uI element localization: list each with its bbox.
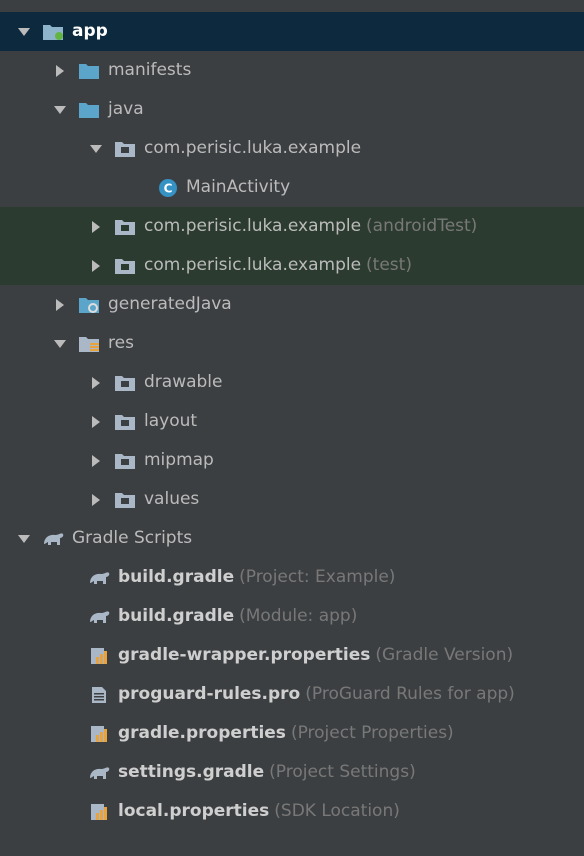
expanded-arrow-icon[interactable]	[90, 143, 102, 155]
gradle-elephant-icon	[88, 764, 110, 782]
tree-label-layout: layout	[144, 411, 198, 431]
folder-icon	[114, 374, 136, 392]
gradle-elephant-icon	[88, 608, 110, 626]
tree-label-gradle-properties: gradle.properties	[118, 723, 286, 743]
tree-node-gradle-wrapper-properties[interactable]: gradle-wrapper.properties (Gradle Versio…	[0, 636, 584, 675]
tree-label-drawable: drawable	[144, 372, 223, 392]
properties-file-icon	[88, 803, 110, 821]
package-icon	[114, 140, 136, 158]
tree-node-layout[interactable]: layout	[0, 402, 584, 441]
resource-folder-icon	[78, 335, 100, 353]
tree-hint-gradle-wrapper-properties: (Gradle Version)	[375, 645, 514, 665]
tree-hint-proguard-rules: (ProGuard Rules for app)	[305, 684, 515, 704]
collapsed-arrow-icon[interactable]	[54, 298, 66, 311]
tree-node-res[interactable]: res	[0, 324, 584, 363]
tree-node-values[interactable]: values	[0, 480, 584, 519]
gradle-elephant-icon	[42, 530, 64, 548]
tree-node-proguard-rules[interactable]: proguard-rules.pro (ProGuard Rules for a…	[0, 675, 584, 714]
collapsed-arrow-icon[interactable]	[90, 220, 102, 233]
tree-hint-local-properties: (SDK Location)	[274, 801, 400, 821]
text-file-icon	[88, 686, 110, 704]
project-tree: app manifests java com.perisic.luka.exam…	[0, 0, 584, 856]
class-icon: C	[158, 178, 178, 198]
properties-file-icon	[88, 647, 110, 665]
tree-hint-build-gradle-module: (Module: app)	[239, 606, 358, 626]
tree-node-package-main[interactable]: com.perisic.luka.example	[0, 129, 584, 168]
tree-node-package-android-test[interactable]: com.perisic.luka.example (androidTest)	[0, 207, 584, 246]
tree-node-package-test[interactable]: com.perisic.luka.example (test)	[0, 246, 584, 285]
tree-label-app: app	[72, 21, 108, 41]
collapsed-arrow-icon[interactable]	[90, 376, 102, 389]
tree-node-gradle-properties[interactable]: gradle.properties (Project Properties)	[0, 714, 584, 753]
package-icon	[114, 218, 136, 236]
svg-text:C: C	[164, 181, 173, 195]
tree-node-manifests[interactable]: manifests	[0, 51, 584, 90]
expanded-arrow-icon[interactable]	[54, 104, 66, 116]
tree-label-package-android-test: com.perisic.luka.example	[144, 216, 362, 236]
folder-icon	[114, 491, 136, 509]
tree-label-settings-gradle: settings.gradle	[118, 762, 265, 782]
tree-label-gradle-scripts: Gradle Scripts	[72, 528, 193, 548]
tree-hint-gradle-properties: (Project Properties)	[290, 723, 454, 743]
collapsed-arrow-icon[interactable]	[90, 415, 102, 428]
tree-node-java[interactable]: java	[0, 90, 584, 129]
folder-icon	[114, 413, 136, 431]
tree-hint-settings-gradle: (Project Settings)	[269, 762, 416, 782]
folder-icon	[114, 452, 136, 470]
tree-label-proguard-rules: proguard-rules.pro	[118, 684, 301, 704]
tree-label-values: values	[144, 489, 200, 509]
collapsed-arrow-icon[interactable]	[90, 493, 102, 506]
tree-node-app[interactable]: app	[0, 12, 584, 51]
tree-label-generated-java: generatedJava	[108, 294, 232, 314]
tree-label-manifests: manifests	[108, 60, 192, 80]
collapsed-arrow-icon[interactable]	[90, 454, 102, 467]
folder-icon	[78, 62, 100, 80]
tree-label-build-gradle-module: build.gradle	[118, 606, 235, 626]
tree-label-main-activity: MainActivity	[186, 177, 291, 197]
tree-node-main-activity[interactable]: C MainActivity	[0, 168, 584, 207]
tree-node-gradle-scripts[interactable]: Gradle Scripts	[0, 519, 584, 558]
gradle-elephant-icon	[88, 569, 110, 587]
tree-label-package-main: com.perisic.luka.example	[144, 138, 362, 158]
generated-folder-icon	[78, 296, 100, 314]
expanded-arrow-icon[interactable]	[54, 338, 66, 350]
tree-label-build-gradle-project: build.gradle	[118, 567, 235, 587]
tree-label-mipmap: mipmap	[144, 450, 214, 470]
expanded-arrow-icon[interactable]	[18, 26, 30, 38]
tree-node-mipmap[interactable]: mipmap	[0, 441, 584, 480]
tree-hint-build-gradle-project: (Project: Example)	[239, 567, 396, 587]
tree-label-package-test: com.perisic.luka.example	[144, 255, 362, 275]
module-folder-icon	[42, 23, 64, 41]
tree-label-gradle-wrapper-properties: gradle-wrapper.properties	[118, 645, 371, 665]
tree-hint-android-test: (androidTest)	[366, 216, 478, 236]
tree-label-java: java	[108, 99, 144, 119]
tree-node-generated-java[interactable]: generatedJava	[0, 285, 584, 324]
tree-node-local-properties[interactable]: local.properties (SDK Location)	[0, 792, 584, 831]
properties-file-icon	[88, 725, 110, 743]
tree-node-settings-gradle[interactable]: settings.gradle (Project Settings)	[0, 753, 584, 792]
tree-hint-test: (test)	[366, 255, 412, 275]
collapsed-arrow-icon[interactable]	[54, 64, 66, 77]
tree-label-res: res	[108, 333, 134, 353]
tree-node-drawable[interactable]: drawable	[0, 363, 584, 402]
tree-label-local-properties: local.properties	[118, 801, 270, 821]
tree-node-build-gradle-module[interactable]: build.gradle (Module: app)	[0, 597, 584, 636]
package-icon	[114, 257, 136, 275]
expanded-arrow-icon[interactable]	[18, 533, 30, 545]
collapsed-arrow-icon[interactable]	[90, 259, 102, 272]
source-folder-icon	[78, 101, 100, 119]
tree-node-build-gradle-project[interactable]: build.gradle (Project: Example)	[0, 558, 584, 597]
